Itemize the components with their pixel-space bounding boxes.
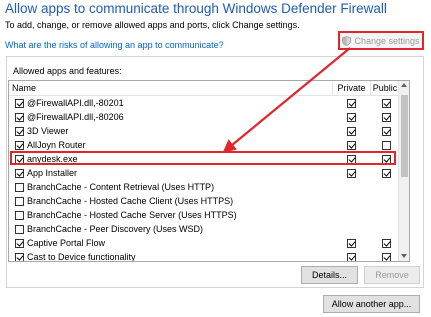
private-checkbox[interactable] <box>347 169 356 178</box>
app-enabled-checkbox[interactable] <box>15 253 24 261</box>
scroll-down-icon[interactable] <box>401 254 407 258</box>
app-name: BranchCache - Content Retrieval (Uses HT… <box>27 182 215 192</box>
public-checkbox[interactable] <box>382 141 391 150</box>
app-name: @FirewallAPI.dll,-80201 <box>27 98 124 108</box>
apps-list: Name Private Public @FirewallAPI.dll,-80… <box>8 80 410 262</box>
public-checkbox[interactable] <box>382 239 391 248</box>
page-title: Allow apps to communicate through Window… <box>5 1 387 16</box>
group-label: Allowed apps and features: <box>13 66 122 76</box>
public-checkbox[interactable] <box>382 113 391 122</box>
app-enabled-checkbox[interactable] <box>15 239 24 248</box>
app-enabled-checkbox[interactable] <box>15 141 24 150</box>
list-row[interactable]: 3D Viewer <box>9 125 399 139</box>
app-enabled-checkbox[interactable] <box>15 169 24 178</box>
change-settings-label: Change settings <box>354 35 420 46</box>
app-name: App Installer <box>27 168 78 178</box>
app-enabled-checkbox[interactable] <box>15 197 24 206</box>
private-checkbox[interactable] <box>347 127 356 136</box>
private-checkbox[interactable] <box>347 239 356 248</box>
column-header-name[interactable]: Name <box>9 81 333 96</box>
list-row[interactable]: Cast to Device functionality <box>9 251 399 262</box>
public-checkbox[interactable] <box>382 169 391 178</box>
list-row[interactable]: BranchCache - Peer Discovery (Uses WSD) <box>9 223 399 237</box>
app-name: @FirewallAPI.dll,-80206 <box>27 112 124 122</box>
column-header-private[interactable]: Private <box>333 81 371 96</box>
list-row[interactable]: AllJoyn Router <box>9 139 399 153</box>
list-row[interactable]: BranchCache - Hosted Cache Server (Uses … <box>9 209 399 223</box>
app-enabled-checkbox[interactable] <box>15 155 24 164</box>
list-row[interactable]: anydesk.exe <box>9 153 399 167</box>
app-name: BranchCache - Hosted Cache Client (Uses … <box>27 196 234 206</box>
app-name: AllJoyn Router <box>27 140 86 150</box>
app-name: 3D Viewer <box>27 126 69 136</box>
private-checkbox[interactable] <box>347 141 356 150</box>
list-scrollbar[interactable] <box>398 81 409 261</box>
details-button[interactable]: Details... <box>301 266 358 284</box>
app-name: Captive Portal Flow <box>27 238 106 248</box>
app-name: Cast to Device functionality <box>27 252 136 262</box>
app-enabled-checkbox[interactable] <box>15 183 24 192</box>
app-name: BranchCache - Hosted Cache Server (Uses … <box>27 210 237 220</box>
scrollbar-thumb[interactable] <box>401 95 408 177</box>
list-row[interactable]: @FirewallAPI.dll,-80201 <box>9 97 399 111</box>
risk-info-link[interactable]: What are the risks of allowing an app to… <box>5 40 224 50</box>
public-checkbox[interactable] <box>382 127 391 136</box>
private-checkbox[interactable] <box>347 155 356 164</box>
list-row[interactable]: Captive Portal Flow <box>9 237 399 251</box>
private-checkbox[interactable] <box>347 113 356 122</box>
public-checkbox[interactable] <box>382 99 391 108</box>
app-enabled-checkbox[interactable] <box>15 113 24 122</box>
private-checkbox[interactable] <box>347 253 356 261</box>
list-row[interactable]: BranchCache - Content Retrieval (Uses HT… <box>9 181 399 195</box>
list-row[interactable]: BranchCache - Hosted Cache Client (Uses … <box>9 195 399 209</box>
app-name: BranchCache - Peer Discovery (Uses WSD) <box>27 224 204 234</box>
list-row[interactable]: @FirewallAPI.dll,-80206 <box>9 111 399 125</box>
column-header-public[interactable]: Public <box>371 81 399 96</box>
shield-icon <box>342 35 352 46</box>
app-enabled-checkbox[interactable] <box>15 211 24 220</box>
scroll-up-icon[interactable] <box>401 83 407 87</box>
app-enabled-checkbox[interactable] <box>15 225 24 234</box>
public-checkbox[interactable] <box>382 155 391 164</box>
remove-button: Remove <box>364 266 420 284</box>
app-enabled-checkbox[interactable] <box>15 127 24 136</box>
app-enabled-checkbox[interactable] <box>15 99 24 108</box>
app-name: anydesk.exe <box>27 154 78 164</box>
allow-another-app-button[interactable]: Allow another app... <box>323 295 420 313</box>
private-checkbox[interactable] <box>347 99 356 108</box>
change-settings-button[interactable]: Change settings <box>338 31 424 50</box>
list-row[interactable]: App Installer <box>9 167 399 181</box>
public-checkbox[interactable] <box>382 253 391 261</box>
list-header: Name Private Public <box>9 81 399 96</box>
page-subtitle: To add, change, or remove allowed apps a… <box>5 20 300 30</box>
